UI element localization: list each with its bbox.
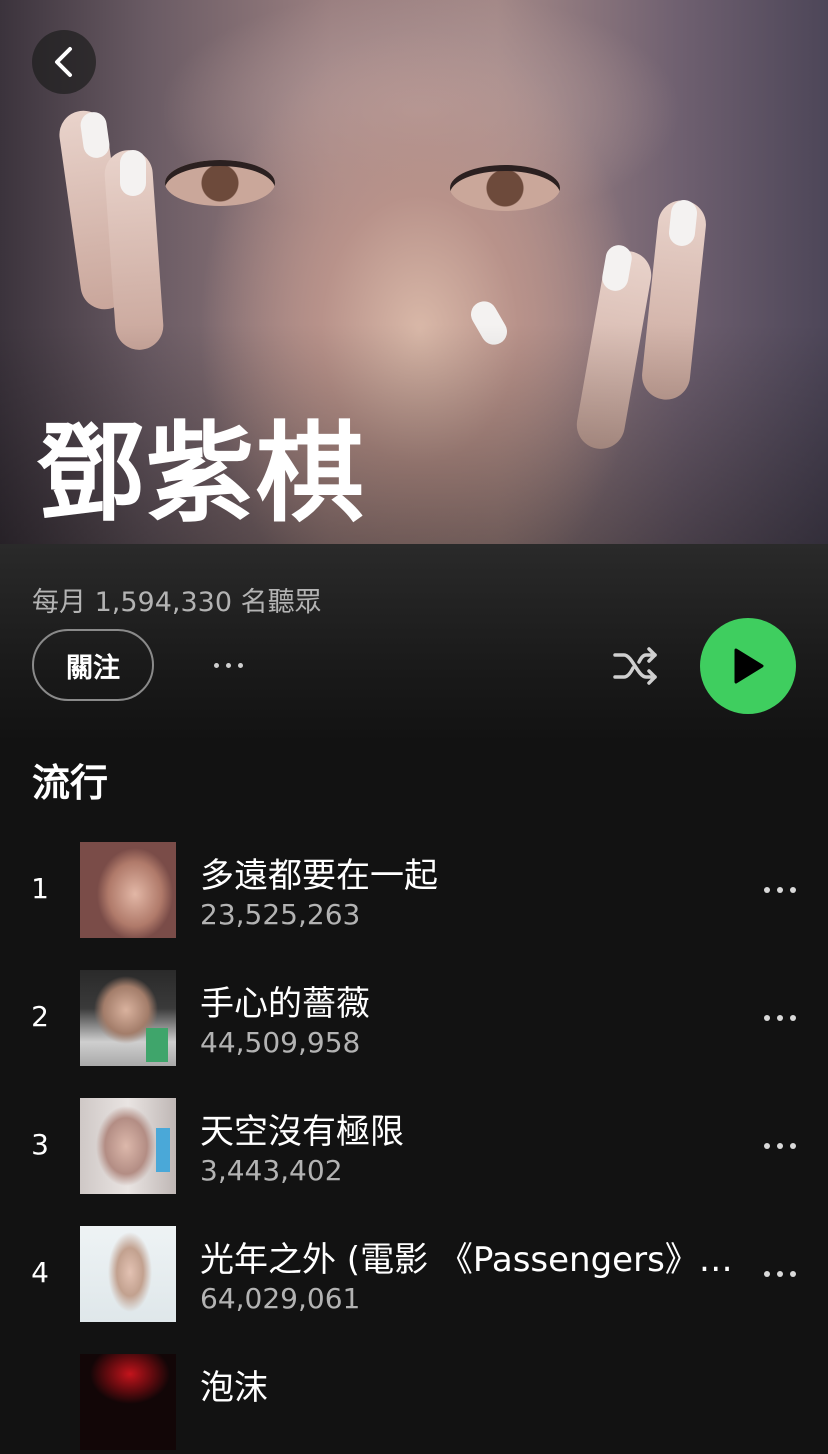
track-row[interactable]: 1 多遠都要在一起 23,525,263: [0, 842, 828, 942]
album-cover: [80, 970, 176, 1066]
hero-eye: [450, 165, 560, 211]
track-rank: 2: [31, 1000, 49, 1033]
more-horizontal-icon: [764, 1271, 796, 1277]
track-more-button[interactable]: [756, 1254, 804, 1294]
track-more-button[interactable]: [756, 1126, 804, 1166]
follow-button[interactable]: 關注: [32, 629, 154, 701]
track-rank: 3: [31, 1128, 49, 1161]
hero-nail: [120, 150, 146, 196]
back-button[interactable]: [32, 30, 96, 94]
more-options-button[interactable]: [202, 645, 254, 685]
track-play-count: 44,509,958: [200, 1026, 361, 1059]
play-icon: [734, 648, 764, 684]
hero-eye: [165, 160, 275, 206]
album-cover-sticker: [146, 1028, 168, 1062]
track-more-button[interactable]: [756, 998, 804, 1038]
more-horizontal-icon: [764, 887, 796, 893]
track-more-button[interactable]: [756, 870, 804, 910]
track-play-count: 23,525,263: [200, 898, 361, 931]
shuffle-button[interactable]: [610, 642, 662, 690]
track-row[interactable]: 3 天空沒有極限 3,443,402: [0, 1098, 828, 1198]
play-button[interactable]: [700, 618, 796, 714]
artist-hero-image: 鄧紫棋: [0, 0, 828, 544]
album-cover: [80, 1226, 176, 1322]
track-title: 多遠都要在一起: [200, 856, 438, 896]
track-row[interactable]: 2 手心的薔薇 44,509,958: [0, 970, 828, 1070]
more-horizontal-icon: [764, 1143, 796, 1149]
artist-name: 鄧紫棋: [36, 412, 367, 537]
popular-section-title: 流行: [32, 761, 109, 805]
album-cover: [80, 1098, 176, 1194]
track-rank: 1: [31, 872, 49, 905]
album-cover: [80, 1354, 176, 1450]
monthly-listeners: 每月 1,594,330 名聽眾: [32, 587, 322, 618]
track-row[interactable]: 4 光年之外 (電影 《Passengers》… 64,029,061: [0, 1226, 828, 1326]
track-play-count: 64,029,061: [200, 1282, 361, 1315]
track-title: 天空沒有極限: [200, 1112, 404, 1152]
album-cover: [80, 842, 176, 938]
track-row[interactable]: 泡沫: [0, 1354, 828, 1454]
track-title: 手心的薔薇: [200, 984, 370, 1024]
track-rank: 4: [31, 1256, 49, 1289]
chevron-left-icon: [55, 47, 72, 77]
track-title: 光年之外 (電影 《Passengers》…: [200, 1240, 733, 1280]
album-cover-accent: [156, 1128, 170, 1172]
shuffle-icon: [613, 647, 657, 685]
more-horizontal-icon: [764, 1015, 796, 1021]
track-play-count: 3,443,402: [200, 1154, 343, 1187]
track-title: 泡沫: [200, 1368, 268, 1408]
more-horizontal-icon: [213, 662, 243, 668]
